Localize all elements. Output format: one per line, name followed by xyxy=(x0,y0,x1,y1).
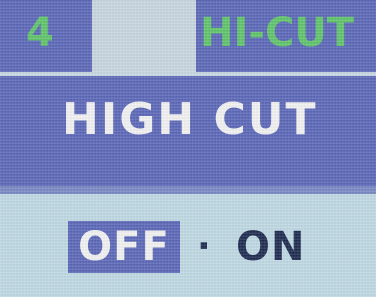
title-divider xyxy=(0,186,376,194)
option-separator: · xyxy=(197,226,211,267)
cursor-indicator-block xyxy=(92,0,196,72)
lcd-screen: 4 HI-CUT HIGH CUT OFF · ON xyxy=(0,0,376,297)
mode-title: HI-CUT xyxy=(200,10,355,56)
option-on-button[interactable]: ON xyxy=(236,221,305,273)
option-off-button[interactable]: OFF xyxy=(68,221,180,273)
setting-title: HIGH CUT xyxy=(62,94,318,145)
page-number: 4 xyxy=(26,10,55,56)
options-area xyxy=(0,194,376,297)
